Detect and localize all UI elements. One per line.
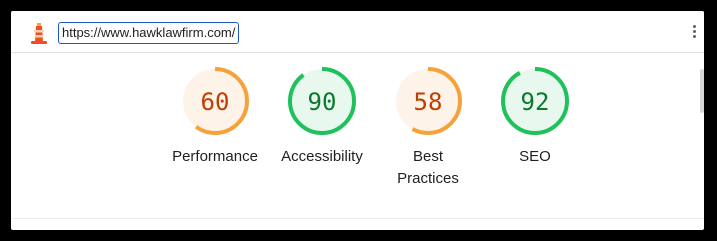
gauge-label: Performance <box>172 148 258 165</box>
url-field[interactable]: https://www.hawklawfirm.com/ <box>58 22 240 44</box>
gauge-ring: 58 <box>394 67 462 135</box>
gauge-score: 58 <box>414 88 443 116</box>
lighthouse-report-panel: https://www.hawklawfirm.com/ 60 Performa… <box>11 11 704 230</box>
gauge-performance[interactable]: 60 Performance <box>160 66 270 168</box>
gauge-label: Accessibility <box>281 148 363 165</box>
more-vert-icon[interactable] <box>690 23 698 41</box>
gauge-best-practices[interactable]: 58 Best Practices <box>373 66 483 190</box>
score-gauges: 60 Performance 90 Accessibility 58 Best … <box>11 66 704 206</box>
gauge-label: Best Practices <box>397 148 459 187</box>
gauge-ring: 90 <box>288 67 356 135</box>
gauge-seo[interactable]: 92 SEO <box>480 66 590 168</box>
gauge-score: 90 <box>308 88 337 116</box>
gauge-accessibility[interactable]: 90 Accessibility <box>267 66 377 168</box>
report-topbar: https://www.hawklawfirm.com/ <box>11 11 704 53</box>
lighthouse-icon <box>31 23 47 44</box>
divider <box>11 218 704 219</box>
gauge-score: 60 <box>201 88 230 116</box>
gauge-label: SEO <box>519 148 551 165</box>
gauge-score: 92 <box>521 88 550 116</box>
gauge-ring: 92 <box>501 67 569 135</box>
gauge-ring: 60 <box>181 67 249 135</box>
